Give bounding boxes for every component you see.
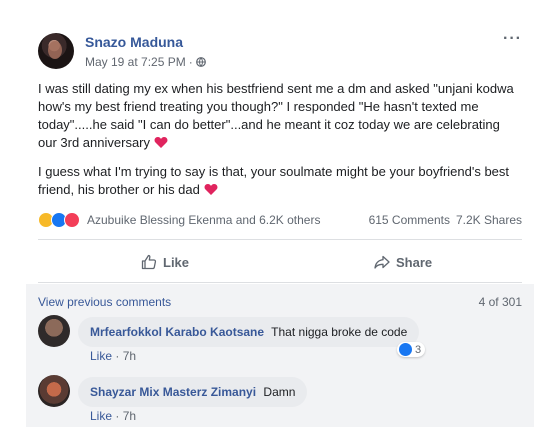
more-options-button[interactable]: ··· — [503, 30, 522, 48]
meta-separator: · — [188, 55, 193, 69]
like-icon — [399, 343, 412, 356]
divider — [38, 282, 522, 283]
comments-counter: 4 of 301 — [478, 295, 522, 309]
comment-meta: Like · 7h — [90, 349, 136, 363]
heart-icon — [204, 184, 217, 195]
share-arrow-icon — [374, 255, 390, 269]
comment-time[interactable]: 7h — [123, 409, 136, 423]
comment-meta-separator: · — [115, 349, 120, 363]
share-label: Share — [396, 254, 433, 270]
like-button[interactable]: Like — [141, 250, 189, 274]
divider — [38, 239, 522, 240]
post-paragraph-2-text: I guess what I'm trying to say is that, … — [38, 164, 510, 197]
engagement-counts: 615 Comments 7.2K Shares — [369, 213, 522, 227]
author-avatar[interactable] — [38, 33, 74, 69]
comment-avatar[interactable] — [38, 375, 70, 407]
heart-icon — [154, 137, 168, 148]
reaction-icons[interactable] — [38, 212, 80, 228]
like-label: Like — [163, 254, 190, 270]
comment-bubble: Shayzar Mix Masterz Zimanyi Damn — [78, 377, 308, 407]
comments-count[interactable]: 615 Comments — [369, 213, 450, 227]
thumbs-up-icon — [141, 254, 157, 270]
post-meta: May 19 at 7:25 PM · — [85, 55, 206, 69]
view-previous-comments-link[interactable]: View previous comments — [38, 295, 171, 309]
share-button[interactable]: Share — [374, 250, 432, 274]
reactions-summary: Azubuike Blessing Ekenma and 6.2K others… — [38, 210, 522, 230]
post-paragraph-2: I guess what I'm trying to say is that, … — [38, 163, 522, 199]
comment-meta-separator: · — [115, 409, 120, 423]
author-name[interactable]: Snazo Maduna — [85, 34, 183, 50]
comment-reactions[interactable]: 3 — [397, 342, 426, 357]
comment-meta: Like · 7h — [90, 409, 136, 423]
globe-icon — [195, 57, 206, 67]
comment-like-link[interactable]: Like — [90, 349, 112, 363]
post-card: Snazo Maduna May 19 at 7:25 PM · ··· I w… — [26, 22, 534, 427]
comment-author[interactable]: Shayzar Mix Masterz Zimanyi — [90, 385, 256, 399]
post-timestamp[interactable]: May 19 at 7:25 PM — [85, 55, 186, 69]
comment-text: Damn — [263, 385, 296, 399]
post-paragraph-1-text: I was still dating my ex when his bestfr… — [38, 81, 514, 150]
comment-time[interactable]: 7h — [123, 349, 136, 363]
comment-text: That nigga broke de code — [271, 325, 408, 339]
comment-author[interactable]: Mrfearfokkol Karabo Kaotsane — [90, 325, 264, 339]
comment-bubble: Mrfearfokkol Karabo Kaotsane That nigga … — [78, 317, 420, 347]
love-icon — [64, 212, 80, 228]
comment-avatar[interactable] — [38, 315, 70, 347]
reaction-names[interactable]: Azubuike Blessing Ekenma and 6.2K others — [87, 213, 320, 227]
post-paragraph-1: I was still dating my ex when his bestfr… — [38, 80, 522, 152]
comment-like-link[interactable]: Like — [90, 409, 112, 423]
comment-reaction-count: 3 — [415, 343, 422, 356]
shares-count[interactable]: 7.2K Shares — [456, 213, 522, 227]
